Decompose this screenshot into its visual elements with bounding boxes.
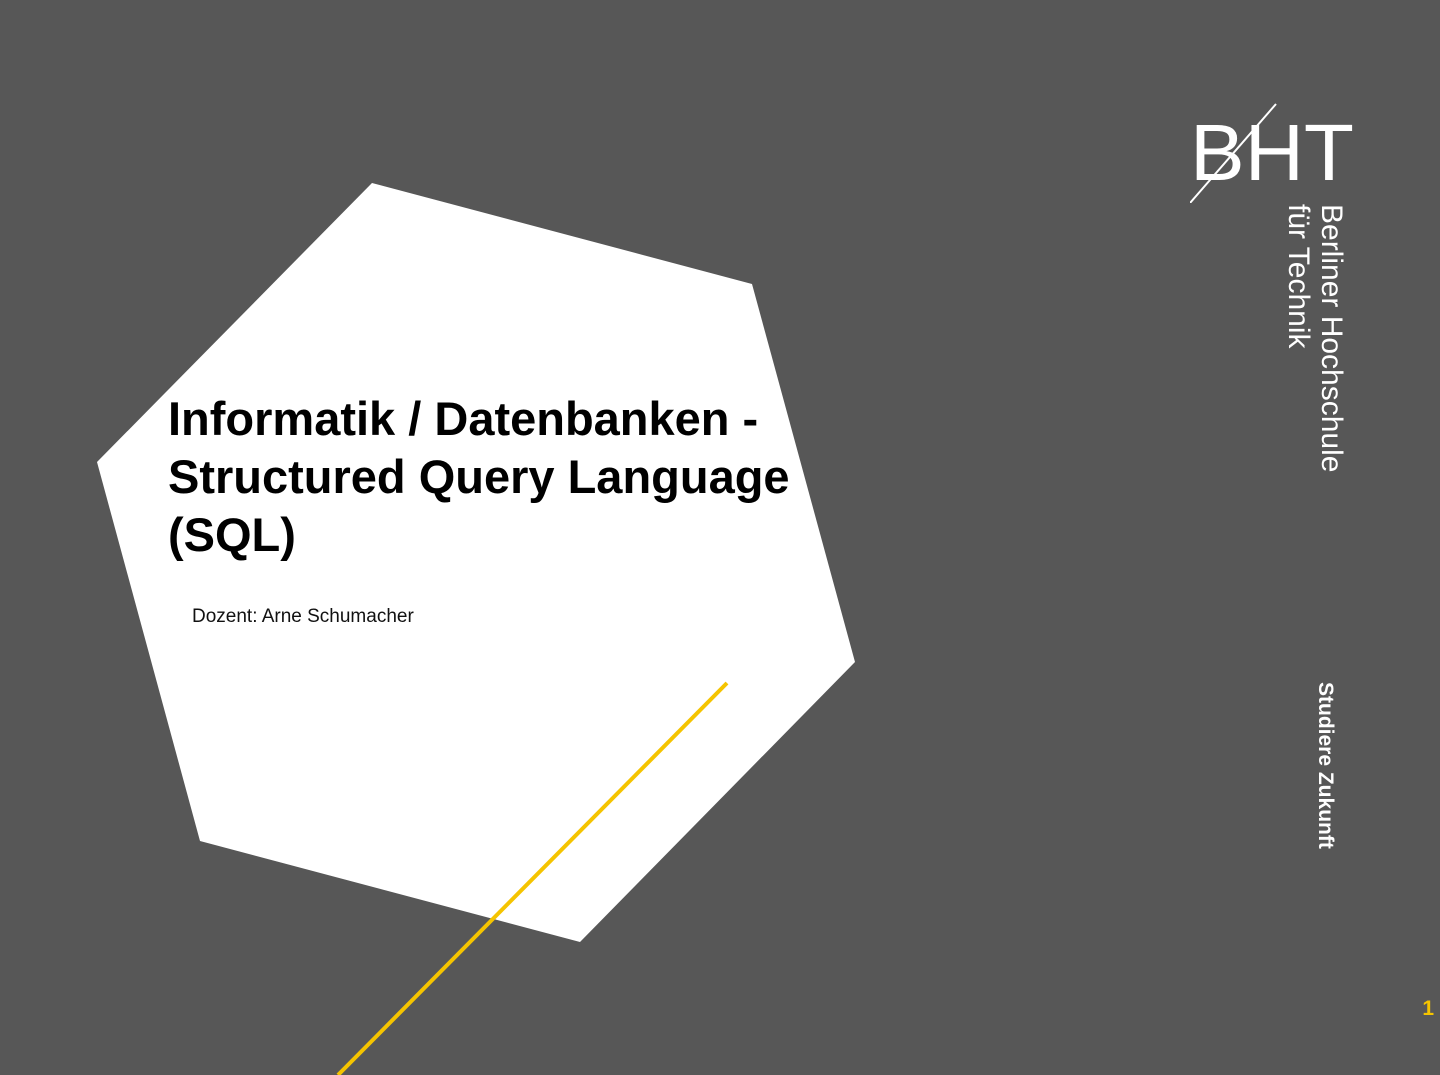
university-name-line-1: Berliner Hochschule xyxy=(1315,204,1348,473)
title-slide: Informatik / Datenbanken - Structured Qu… xyxy=(0,0,1440,1075)
title-line-3: (SQL) xyxy=(168,508,296,561)
bht-logo-letters: BHT xyxy=(1190,108,1354,197)
slide-title: Informatik / Datenbanken - Structured Qu… xyxy=(168,390,828,564)
university-name-line-2: für Technik xyxy=(1282,204,1315,349)
university-name: Berliner Hochschule für Technik xyxy=(1282,204,1348,472)
title-line-1: Informatik / Datenbanken - xyxy=(168,392,759,445)
page-number: 1 xyxy=(1422,997,1434,1020)
slogan: Studiere Zukunft xyxy=(1314,682,1337,849)
bht-logo: BHT xyxy=(1190,103,1354,203)
title-line-2: Structured Query Language xyxy=(168,450,790,503)
lecturer-name: Dozent: Arne Schumacher xyxy=(192,606,414,627)
